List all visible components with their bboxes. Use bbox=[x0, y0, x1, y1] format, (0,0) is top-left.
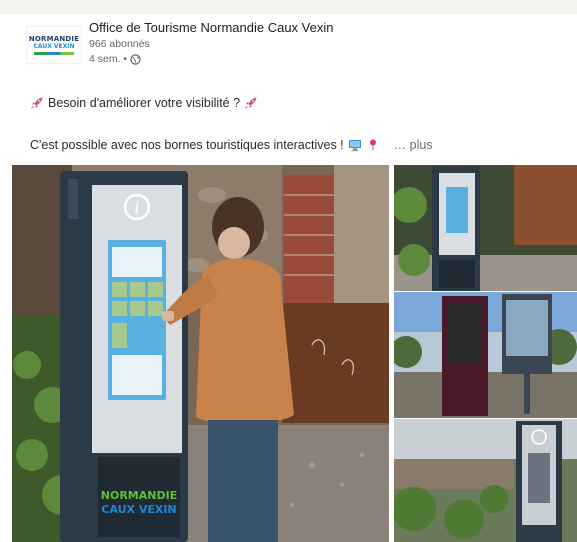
post-text-visibility: Besoin d'améliorer votre visibilité ? bbox=[48, 96, 241, 110]
post-image-main[interactable]: i NORMANDIE CAUX VEXIN bbox=[12, 165, 389, 542]
post-header: NORMANDIE CAUX VEXIN Office de Tourisme … bbox=[26, 20, 526, 80]
kiosk-brand-line-1: NORMANDIE bbox=[101, 489, 177, 502]
logo-line-1: NORMANDIE bbox=[28, 35, 80, 43]
follower-count: 966 abonnés bbox=[89, 38, 150, 50]
post-time: 4 sem. • bbox=[89, 53, 128, 65]
logo-line-2: CAUX VEXIN bbox=[33, 43, 75, 50]
author-name[interactable]: Office de Tourisme Normandie Caux Vexin bbox=[89, 20, 333, 35]
globe-icon bbox=[130, 53, 141, 65]
post-text-line-1: Besoin d'améliorer votre visibilité ? bbox=[30, 96, 258, 110]
post-image-thumb-2[interactable] bbox=[394, 292, 577, 418]
pin-icon bbox=[366, 138, 380, 152]
rocket-icon bbox=[244, 96, 258, 110]
logo-color-bar bbox=[34, 52, 74, 55]
company-logo[interactable]: NORMANDIE CAUX VEXIN bbox=[26, 26, 82, 64]
svg-text:i: i bbox=[134, 198, 139, 217]
post-image-thumb-1[interactable] bbox=[394, 165, 577, 291]
post-meta: 4 sem. • bbox=[89, 53, 141, 65]
rocket-icon bbox=[30, 96, 44, 110]
post-image-thumb-3[interactable] bbox=[394, 419, 577, 542]
post-text-line-2: C'est possible avec nos bornes touristiq… bbox=[30, 138, 433, 152]
see-more-link[interactable]: … plus bbox=[394, 138, 433, 152]
post-text-kiosks: C'est possible avec nos bornes touristiq… bbox=[30, 138, 344, 152]
computer-icon bbox=[348, 138, 362, 152]
feed-top-strip bbox=[0, 0, 577, 14]
kiosk-brand-line-2: CAUX VEXIN bbox=[101, 503, 176, 516]
